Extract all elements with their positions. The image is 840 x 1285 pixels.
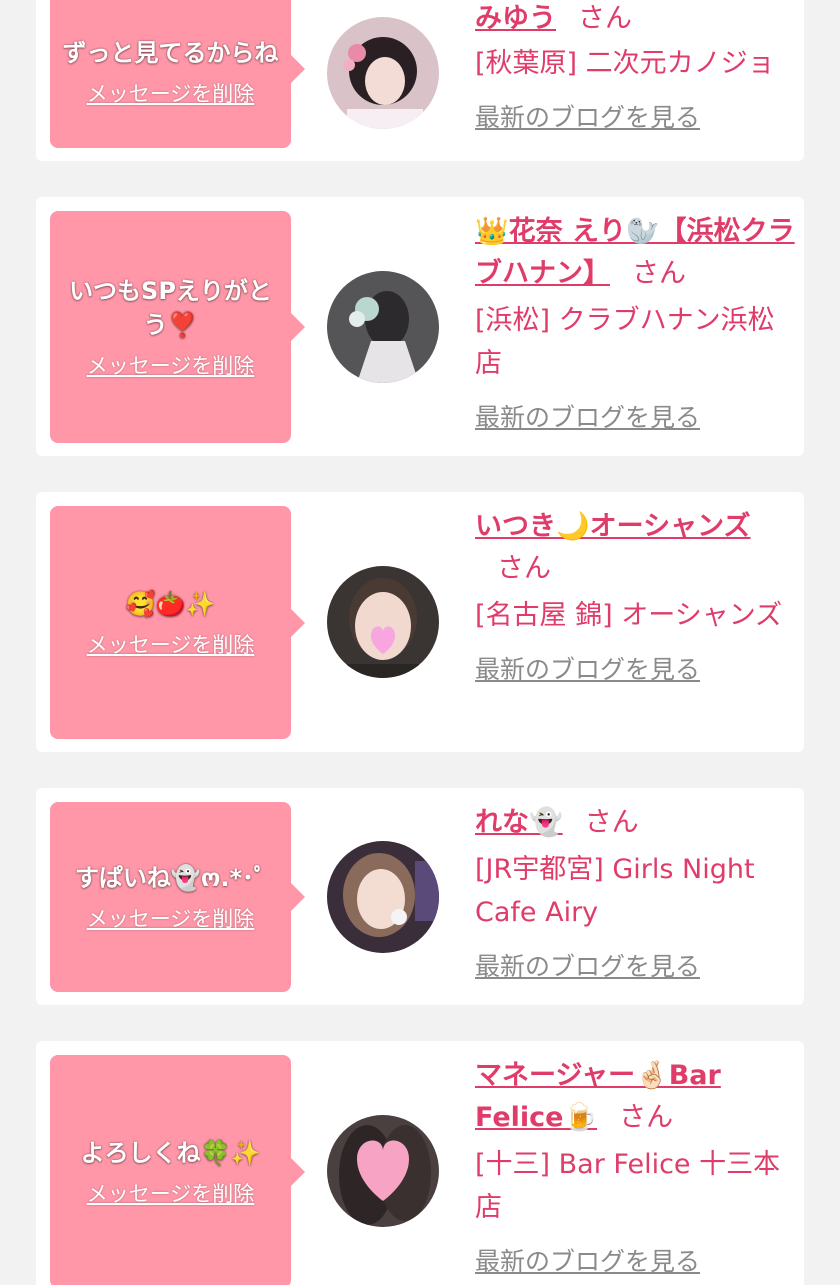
shop-name: [浜松] クラブハナン浜松店 <box>475 305 775 379</box>
message-text: 🥰🍅✨ <box>125 589 216 618</box>
avatar[interactable] <box>327 1115 439 1227</box>
honorific: さん <box>632 258 686 289</box>
delete-message-link[interactable]: メッセージを削除 <box>87 1180 255 1208</box>
shop-name: [秋葉原] 二次元カノジョ <box>475 48 775 79</box>
avatar-photo-icon <box>327 566 439 678</box>
favorite-card: よろしくね🍀✨ メッセージを削除 マネージャー🤞🏻Bar Felice🍺 さん [… <box>36 1041 804 1285</box>
delete-message-link[interactable]: メッセージを削除 <box>87 905 255 933</box>
message-bubble: すぱいね👻ო.*･ﾟ メッセージを削除 <box>50 802 305 992</box>
avatar-photo-icon <box>327 17 439 129</box>
message-bubble: いつもSPえりがとう❣️ メッセージを削除 <box>50 211 305 443</box>
latest-blog-link[interactable]: 最新のブログを見る <box>475 653 795 687</box>
avatar-photo-icon <box>327 271 439 383</box>
shop-name: [JR宇都宮] Girls Night Cafe Airy <box>475 854 755 928</box>
cast-name-link[interactable]: れな👻 <box>475 807 563 838</box>
message-text: すぱいね👻ო.*･ﾟ <box>74 864 267 892</box>
cast-name-line: れな👻 さん <box>475 802 795 844</box>
cast-info: れな👻 さん [JR宇都宮] Girls Night Cafe Airy 最新のブ… <box>475 802 795 984</box>
favorite-card: ずっと見てるからね メッセージを削除 みゆう さん [秋葉原] 二次元カノジョ 最… <box>36 0 804 161</box>
cast-name-link[interactable]: マネージャー🤞🏻Bar Felice🍺 <box>475 1060 721 1133</box>
message-bubble: よろしくね🍀✨ メッセージを削除 <box>50 1055 305 1285</box>
delete-message-link[interactable]: メッセージを削除 <box>87 352 255 380</box>
message-bubble: 🥰🍅✨ メッセージを削除 <box>50 506 305 739</box>
favorite-card: すぱいね👻ო.*･ﾟ メッセージを削除 れな👻 さん [JR宇都宮] Girls … <box>36 788 804 1005</box>
honorific: さん <box>619 1102 674 1133</box>
cast-info: マネージャー🤞🏻Bar Felice🍺 さん [十三] Bar Felice 十三… <box>475 1055 795 1279</box>
avatar[interactable] <box>327 841 439 953</box>
favorite-card: 🥰🍅✨ メッセージを削除 いつき🌙オーシャンズさん [名古屋 錦] オーシャンズ… <box>36 492 804 752</box>
cast-name-line: みゆう さん <box>475 0 795 40</box>
cast-name-link[interactable]: みゆう <box>475 3 556 34</box>
latest-blog-link[interactable]: 最新のブログを見る <box>475 401 795 435</box>
honorific: さん <box>584 807 639 838</box>
honorific: さん <box>497 553 551 584</box>
latest-blog-link[interactable]: 最新のブログを見る <box>475 1245 795 1279</box>
shop-name: [名古屋 錦] オーシャンズ <box>475 600 783 631</box>
cast-name-line: いつき🌙オーシャンズさん <box>475 506 795 590</box>
message-text: ずっと見てるからね <box>62 39 279 67</box>
cast-name-link[interactable]: いつき🌙オーシャンズ <box>475 511 751 542</box>
cast-name-line: マネージャー🤞🏻Bar Felice🍺 さん <box>475 1055 795 1139</box>
latest-blog-link[interactable]: 最新のブログを見る <box>475 101 795 135</box>
message-text: よろしくね🍀✨ <box>80 1138 261 1167</box>
honorific: さん <box>578 3 632 34</box>
message-bubble: ずっと見てるからね メッセージを削除 <box>50 0 305 148</box>
cast-name-line: 👑花奈 えり🦭【浜松クラブハナン】 さん <box>475 211 795 295</box>
cast-info: みゆう さん [秋葉原] 二次元カノジョ 最新のブログを見る <box>475 0 795 135</box>
delete-message-link[interactable]: メッセージを削除 <box>87 80 255 108</box>
cast-info: 👑花奈 えり🦭【浜松クラブハナン】 さん [浜松] クラブハナン浜松店 最新のブロ… <box>475 211 795 435</box>
avatar-photo-icon <box>327 841 439 953</box>
cast-info: いつき🌙オーシャンズさん [名古屋 錦] オーシャンズ 最新のブログを見る <box>475 506 795 687</box>
shop-name: [十三] Bar Felice 十三本店 <box>475 1149 781 1223</box>
latest-blog-link[interactable]: 最新のブログを見る <box>475 950 795 984</box>
avatar[interactable] <box>327 271 439 383</box>
avatar-photo-icon <box>327 1115 439 1227</box>
message-text: いつもSPえりがとう❣️ <box>69 277 272 339</box>
avatar[interactable] <box>327 566 439 678</box>
avatar[interactable] <box>327 17 439 129</box>
delete-message-link[interactable]: メッセージを削除 <box>87 631 255 659</box>
favorite-card: いつもSPえりがとう❣️ メッセージを削除 👑花奈 えり🦭【浜松クラブハナン】さ… <box>36 197 804 456</box>
